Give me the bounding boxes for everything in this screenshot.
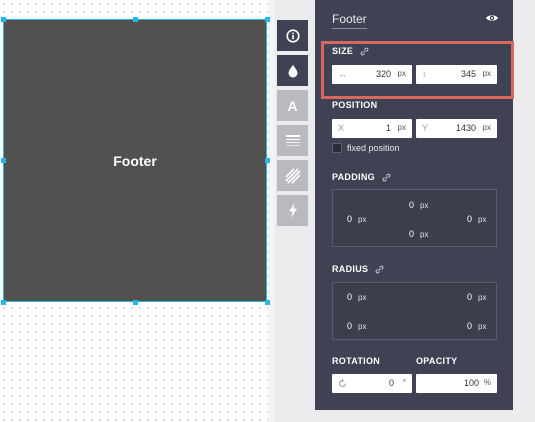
position-label: POSITION (332, 100, 378, 110)
element-name[interactable]: Footer (332, 12, 367, 29)
width-unit: px (397, 69, 406, 78)
fixed-position-checkbox[interactable] (332, 143, 342, 153)
radius-bottom-left-unit: px (358, 322, 367, 331)
opacity-value: 100 (463, 378, 479, 388)
position-section-label: POSITION (332, 100, 377, 110)
element-label: Footer (113, 152, 157, 169)
rotation-unit: ° (402, 378, 406, 387)
link-icon[interactable] (360, 47, 369, 56)
y-prefix: Y (422, 123, 429, 133)
radius-bottom-right-value: 0 (467, 321, 473, 331)
opacity-label: OPACITY (416, 356, 458, 366)
padding-label: PADDING (332, 172, 375, 182)
y-value: 1430 (455, 123, 476, 133)
hatch-icon (284, 167, 301, 184)
resize-handle-bottom-left[interactable] (1, 300, 6, 305)
padding-left-value: 0 (347, 214, 353, 224)
padding-bottom-value: 0 (409, 229, 415, 239)
x-prefix: X (338, 123, 345, 133)
padding-section-label: PADDING (332, 172, 391, 182)
action-tab[interactable] (277, 195, 308, 226)
padding-right-field[interactable]: 0 px (467, 214, 486, 224)
opacity-field[interactable]: 100 % (416, 374, 497, 393)
radius-box: 0 px 0 px 0 px 0 px (332, 282, 497, 340)
inspector-panel: Footer SIZE ↔ 320 px ↕ 345 px POSITION X… (315, 0, 513, 410)
radius-top-left-field[interactable]: 0 px (347, 292, 366, 302)
inspector-toolbar: A (277, 20, 308, 230)
radius-bottom-left-value: 0 (347, 321, 353, 331)
radius-top-right-value: 0 (467, 292, 473, 302)
radius-bottom-right-field[interactable]: 0 px (467, 321, 486, 331)
canvas-gutter (268, 0, 275, 422)
resize-handle-bottom-right[interactable] (265, 300, 270, 305)
height-value: 345 (460, 69, 476, 79)
radius-bottom-left-field[interactable]: 0 px (347, 321, 366, 331)
width-value: 320 (375, 69, 391, 79)
droplet-icon (288, 64, 297, 77)
radius-top-left-value: 0 (347, 292, 353, 302)
lightning-icon (288, 203, 297, 218)
info-icon (285, 28, 300, 43)
rotate-icon (338, 379, 347, 388)
size-section-label: SIZE (332, 46, 369, 56)
height-field[interactable]: ↕ 345 px (416, 65, 497, 84)
fill-tab[interactable] (277, 55, 308, 86)
pattern-tab[interactable] (277, 160, 308, 191)
padding-right-unit: px (478, 215, 487, 224)
resize-handle-top-left[interactable] (1, 17, 6, 22)
padding-bottom-field[interactable]: 0 px (409, 229, 428, 239)
rotation-section-label: ROTATION (332, 356, 380, 366)
y-field[interactable]: Y 1430 px (416, 119, 497, 138)
resize-handle-top-right[interactable] (265, 17, 270, 22)
border-tab[interactable] (277, 125, 308, 156)
resize-handle-left[interactable] (1, 158, 6, 163)
radius-top-left-unit: px (358, 293, 367, 302)
width-field[interactable]: ↔ 320 px (332, 65, 412, 84)
text-icon: A (287, 97, 298, 114)
radius-top-right-unit: px (478, 293, 487, 302)
padding-top-field[interactable]: 0 px (409, 200, 428, 210)
x-field[interactable]: X 1 px (332, 119, 412, 138)
opacity-unit: % (483, 378, 491, 387)
resize-handle-bottom[interactable] (133, 300, 138, 305)
radius-section-label: RADIUS (332, 264, 384, 274)
padding-bottom-unit: px (420, 230, 429, 239)
padding-box: 0 px 0 px 0 px 0 px (332, 189, 497, 247)
link-icon[interactable] (375, 265, 384, 274)
padding-left-field[interactable]: 0 px (347, 214, 366, 224)
width-arrows-icon: ↔ (338, 69, 347, 79)
link-icon[interactable] (382, 173, 391, 182)
radius-label: RADIUS (332, 264, 369, 274)
rotation-label: ROTATION (332, 356, 381, 366)
padding-top-unit: px (420, 201, 429, 210)
fixed-position-label: fixed position (347, 143, 400, 153)
resize-handle-top[interactable] (133, 17, 138, 22)
border-icon (285, 134, 300, 146)
radius-bottom-right-unit: px (478, 322, 487, 331)
x-value: 1 (385, 123, 391, 133)
y-unit: px (482, 123, 491, 132)
rotation-field[interactable]: 0 ° (332, 374, 412, 393)
radius-top-right-field[interactable]: 0 px (467, 292, 486, 302)
text-tab[interactable]: A (277, 90, 308, 121)
eye-icon[interactable] (485, 13, 499, 23)
size-label: SIZE (332, 46, 354, 56)
selected-footer-element[interactable]: Footer (3, 19, 267, 302)
x-unit: px (397, 123, 406, 132)
opacity-section-label: OPACITY (416, 356, 457, 366)
resize-handle-right[interactable] (265, 158, 270, 163)
rotation-value: 0 (388, 378, 394, 388)
padding-right-value: 0 (467, 214, 473, 224)
height-arrows-icon: ↕ (422, 69, 427, 79)
height-unit: px (482, 69, 491, 78)
padding-left-unit: px (358, 215, 367, 224)
padding-top-value: 0 (409, 200, 415, 210)
info-tab[interactable] (277, 20, 308, 51)
